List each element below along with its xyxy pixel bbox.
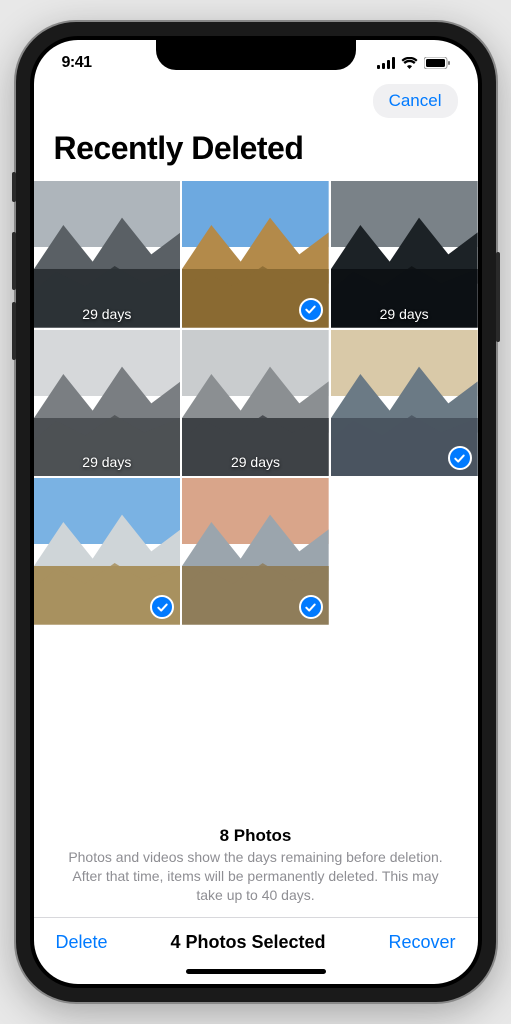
recover-button[interactable]: Recover bbox=[388, 932, 455, 953]
summary-description: Photos and videos show the days remainin… bbox=[62, 848, 450, 905]
screen: 9:41 Cancel Recently Deleted bbox=[34, 40, 478, 984]
summary-block: 8 Photos Photos and videos show the days… bbox=[34, 826, 478, 917]
photo-thumb[interactable] bbox=[182, 181, 329, 328]
delete-button[interactable]: Delete bbox=[56, 932, 108, 953]
photo-thumb[interactable]: 29 days bbox=[331, 181, 478, 328]
checkmark-icon bbox=[299, 595, 323, 619]
cancel-button[interactable]: Cancel bbox=[373, 84, 458, 118]
phone-frame: 9:41 Cancel Recently Deleted bbox=[16, 22, 496, 1002]
photo-thumb[interactable] bbox=[182, 478, 329, 625]
status-time: 9:41 bbox=[62, 54, 92, 72]
checkmark-icon bbox=[299, 298, 323, 322]
photo-thumb[interactable] bbox=[331, 330, 478, 477]
selection-count: 4 Photos Selected bbox=[170, 932, 325, 953]
wifi-icon bbox=[401, 57, 418, 69]
summary-count: 8 Photos bbox=[62, 826, 450, 846]
photo-thumb[interactable]: 29 days bbox=[34, 181, 181, 328]
photo-thumb[interactable]: 29 days bbox=[182, 330, 329, 477]
photo-thumb[interactable]: 29 days bbox=[34, 330, 181, 477]
days-remaining-label: 29 days bbox=[82, 306, 131, 322]
checkmark-icon bbox=[150, 595, 174, 619]
photo-thumb[interactable] bbox=[34, 478, 181, 625]
mute-switch bbox=[12, 172, 16, 202]
days-remaining-label: 29 days bbox=[231, 454, 280, 470]
days-remaining-label: 29 days bbox=[82, 454, 131, 470]
bottom-toolbar: Delete 4 Photos Selected Recover bbox=[34, 917, 478, 961]
volume-down-button bbox=[12, 302, 16, 360]
nav-bar: Cancel bbox=[34, 76, 478, 122]
days-remaining-label: 29 days bbox=[380, 306, 429, 322]
page-title: Recently Deleted bbox=[34, 122, 478, 181]
cellular-signal-icon bbox=[377, 57, 395, 69]
battery-icon bbox=[424, 57, 450, 69]
checkmark-icon bbox=[448, 446, 472, 470]
photo-grid: 29 days 29 days 29 days 29 days bbox=[34, 181, 478, 625]
volume-up-button bbox=[12, 232, 16, 290]
power-button bbox=[496, 252, 500, 342]
notch bbox=[156, 40, 356, 70]
home-indicator[interactable] bbox=[186, 969, 326, 974]
